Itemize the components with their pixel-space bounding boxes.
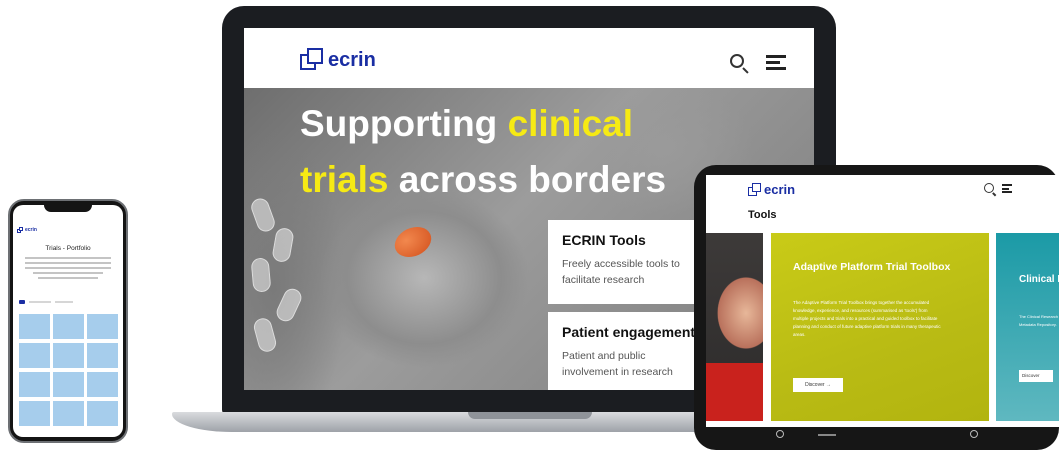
hamburger-menu-icon[interactable] bbox=[766, 55, 786, 71]
phone-filter-label bbox=[55, 301, 73, 303]
phone-intro-text bbox=[25, 262, 111, 264]
phone-filter-toggle[interactable] bbox=[19, 300, 25, 304]
logo-text: ecrin bbox=[328, 48, 376, 71]
card-title: Adaptive Platform Trial Toolbox bbox=[793, 261, 951, 273]
phone-filter-label bbox=[29, 301, 51, 303]
card-description: The Clinical Research Metadata Repositor… bbox=[1019, 314, 1059, 327]
capsule-image bbox=[251, 316, 279, 354]
portfolio-tile[interactable] bbox=[87, 401, 118, 426]
portfolio-tile[interactable] bbox=[19, 401, 50, 426]
portfolio-tile[interactable] bbox=[19, 314, 50, 339]
adaptive-platform-trial-toolbox-card[interactable]: Adaptive Platform Trial Toolbox The Adap… bbox=[771, 233, 989, 421]
phone-intro-text bbox=[25, 257, 111, 259]
capsule-image bbox=[248, 195, 278, 235]
portfolio-tile[interactable] bbox=[53, 372, 84, 397]
search-icon[interactable] bbox=[984, 183, 997, 197]
search-icon[interactable] bbox=[730, 54, 749, 74]
carousel-indicator bbox=[818, 434, 836, 436]
capsule-image bbox=[273, 285, 305, 325]
photo-shirt bbox=[706, 363, 763, 421]
ecrin-logo[interactable]: ecrin bbox=[300, 48, 376, 72]
portfolio-tile[interactable] bbox=[53, 343, 84, 368]
phone-notch bbox=[44, 203, 92, 212]
carousel-prev-icon[interactable] bbox=[776, 430, 784, 438]
laptop-site-header: ecrin bbox=[244, 28, 814, 88]
phone-screen: ecrin Trials - Portfolio bbox=[13, 205, 123, 437]
tablet-logo-text: ecrin bbox=[764, 182, 796, 197]
discover-button[interactable]: Discover bbox=[1019, 370, 1053, 382]
tablet-page-title: Tools bbox=[748, 209, 777, 221]
portfolio-tile[interactable] bbox=[87, 314, 118, 339]
portfolio-tile[interactable] bbox=[53, 314, 84, 339]
card-description: Freely accessible tools to facilitate re… bbox=[562, 258, 680, 286]
portfolio-tile[interactable] bbox=[87, 343, 118, 368]
card-description: The Adaptive Platform Trial Toolbox brin… bbox=[793, 300, 941, 337]
phone-intro-text bbox=[38, 277, 98, 279]
card-title: Clinical Repository bbox=[1019, 274, 1059, 285]
carousel-next-icon[interactable] bbox=[970, 430, 978, 438]
portfolio-tile[interactable] bbox=[53, 401, 84, 426]
phone-logo-text: ecrin bbox=[25, 227, 37, 233]
ecrin-logo-icon bbox=[17, 227, 24, 233]
phone-intro-text bbox=[25, 267, 111, 269]
tablet-ecrin-logo[interactable]: ecrin bbox=[748, 182, 795, 197]
card-description: Patient and public involvement in resear… bbox=[562, 350, 673, 378]
capsule-image bbox=[250, 257, 272, 293]
capsule-image bbox=[271, 226, 295, 264]
ecrin-logo-icon bbox=[300, 48, 326, 72]
portfolio-tile[interactable] bbox=[19, 343, 50, 368]
ecrin-logo-icon bbox=[748, 182, 763, 197]
orange-pill-image bbox=[389, 221, 437, 263]
discover-button[interactable]: Discover → bbox=[793, 378, 843, 392]
portfolio-tile[interactable] bbox=[87, 372, 118, 397]
next-tool-card[interactable]: Clinical Repository The Clinical Researc… bbox=[996, 233, 1059, 421]
laptop-hinge-notch bbox=[468, 412, 592, 419]
tablet-screen: ecrin Tools Adaptive Platform Trial Tool… bbox=[706, 175, 1059, 427]
phone-ecrin-logo[interactable]: ecrin bbox=[17, 227, 37, 233]
portfolio-tile[interactable] bbox=[19, 372, 50, 397]
hamburger-menu-icon[interactable] bbox=[1002, 184, 1012, 193]
hero-headline: Supporting clinical trials across border… bbox=[300, 103, 667, 200]
phone-page-title: Trials - Portfolio bbox=[45, 245, 91, 252]
phone-intro-text bbox=[33, 272, 103, 274]
